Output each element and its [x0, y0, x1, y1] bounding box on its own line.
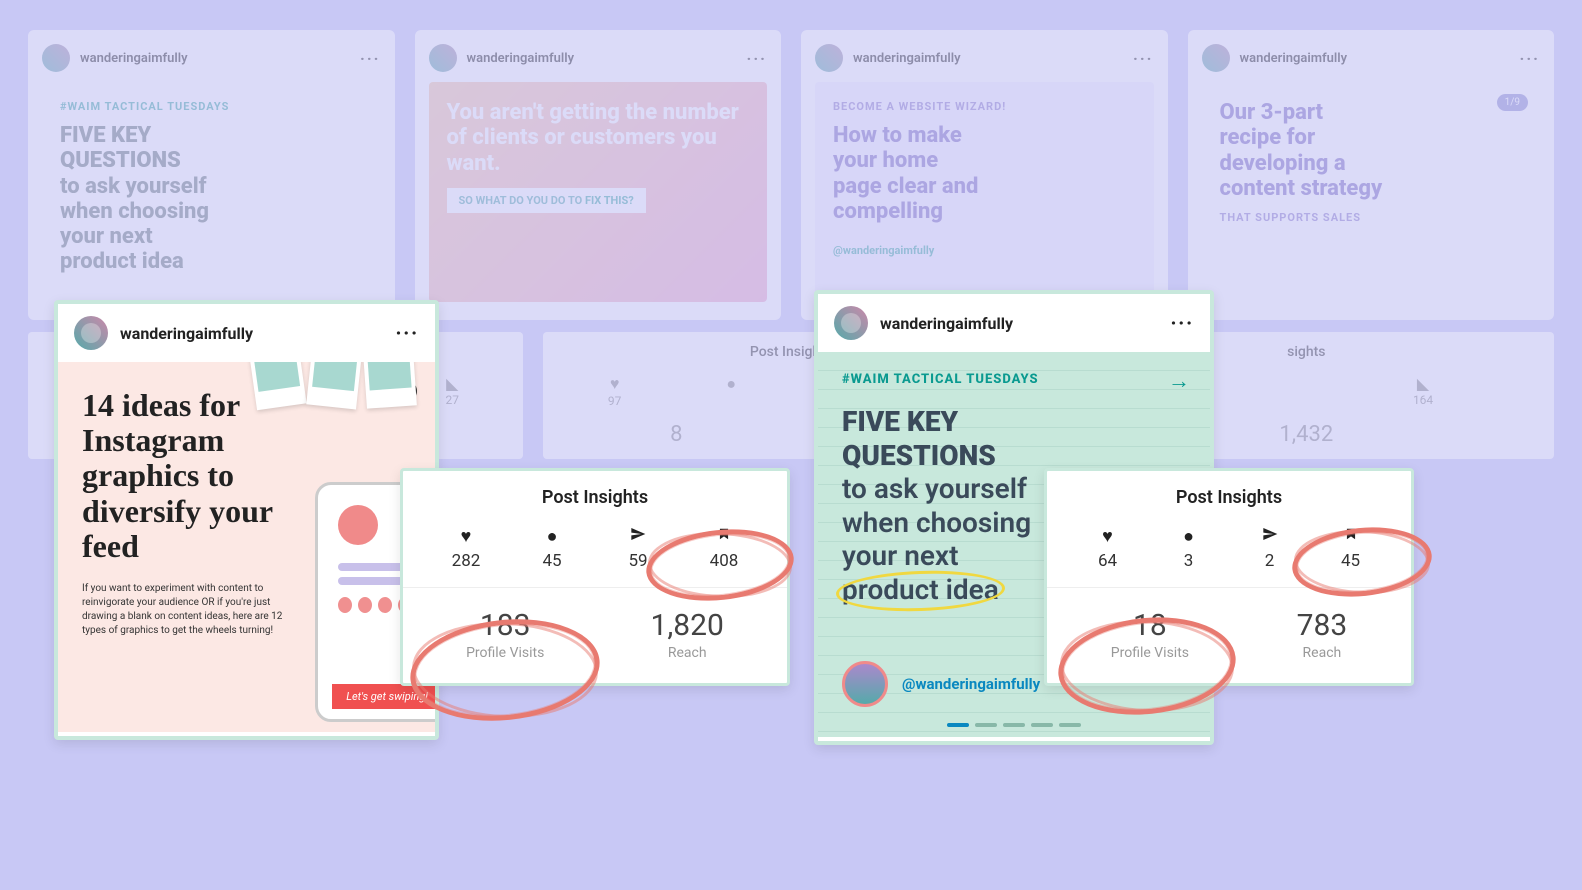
share-icon: [608, 526, 668, 547]
insights-title: Post Insights: [1047, 471, 1411, 526]
tagline: #WAIM TACTICAL TUESDAYS: [60, 100, 363, 113]
username-link[interactable]: wanderingaimfully: [120, 324, 253, 343]
subtitle: THAT SUPPORTS SALES: [1220, 211, 1523, 224]
post-title: How to makeyour homepage clear andcompel…: [833, 123, 1136, 224]
comments-stat: ● 3: [1159, 526, 1219, 571]
bookmark-icon: [694, 526, 754, 547]
username: wanderingaimfully: [853, 51, 961, 66]
more-icon: ···: [1520, 49, 1540, 68]
avatar[interactable]: [834, 306, 868, 340]
post-content[interactable]: 1/10 14 ideas for Instagram graphics to …: [58, 362, 435, 732]
comments-stat: ● 45: [522, 526, 582, 571]
post-title: You aren't getting the number of clients…: [447, 100, 750, 176]
likes-stat: ♥ 282: [436, 526, 496, 571]
slide-badge: 1/9: [1497, 94, 1528, 111]
comment-icon: ●: [1159, 526, 1219, 547]
username-link[interactable]: wanderingaimfully: [880, 314, 1013, 333]
insights-title: Post Insights: [403, 471, 787, 526]
reach-stat: 783 Reach: [1297, 608, 1348, 661]
share-icon: [1240, 526, 1300, 547]
avatar: [1202, 44, 1230, 72]
likes-stat: ♥ 64: [1078, 526, 1138, 571]
background-posts-row: wanderingaimfully ··· #WAIM TACTICAL TUE…: [28, 30, 1554, 320]
polaroid-icon: [306, 362, 361, 409]
post-title: Our 3-partrecipe fordeveloping acontent …: [1220, 100, 1523, 201]
reach-stat: 1,820 Reach: [651, 608, 724, 661]
username: wanderingaimfully: [467, 51, 575, 66]
insights-metrics-row: ♥ 64 ● 3 2 45: [1047, 526, 1411, 588]
comment-icon: ●: [522, 526, 582, 547]
featured-post-left: wanderingaimfully ··· 1/10 14 ideas for …: [54, 300, 439, 740]
polaroid-icon: [363, 362, 417, 409]
more-icon: ···: [360, 49, 380, 68]
more-icon: ···: [747, 49, 767, 68]
insights-lower-row: 183 Profile Visits 1,820 Reach: [403, 588, 787, 683]
profile-visits-stat: 18 Profile Visits: [1111, 608, 1189, 661]
polaroid-icon: [249, 362, 306, 410]
handle: @wanderingaimfully: [833, 244, 1136, 257]
swipe-cta: Let's get swiping!: [332, 684, 435, 709]
bg-post-card: wanderingaimfully ··· You aren't getting…: [415, 30, 782, 320]
post-title: FIVE KEYQUESTIONSto ask yourselfwhen cho…: [60, 123, 363, 275]
heart-icon: ♥: [1078, 526, 1138, 547]
arrow-right-icon: →: [1168, 368, 1190, 394]
avatar[interactable]: [74, 316, 108, 350]
bookmark-icon: [1321, 526, 1381, 547]
more-icon[interactable]: ···: [1171, 313, 1194, 334]
handle-link[interactable]: @wanderingaimfully: [902, 675, 1040, 693]
insights-panel-right: Post Insights ♥ 64 ● 3 2 45 18 Profile V…: [1044, 468, 1414, 686]
saves-stat: 45: [1321, 526, 1381, 571]
avatar: [42, 44, 70, 72]
post-header: wanderingaimfully ···: [58, 304, 435, 362]
insights-lower-row: 18 Profile Visits 783 Reach: [1047, 588, 1411, 683]
username: wanderingaimfully: [1240, 51, 1348, 66]
bg-post-card: wanderingaimfully ··· 1/9 Our 3-partreci…: [1188, 30, 1555, 320]
avatar: [815, 44, 843, 72]
shares-stat: 59: [608, 526, 668, 571]
insights-metrics-row: ♥ 282 ● 45 59 408: [403, 526, 787, 588]
more-icon: ···: [1133, 49, 1153, 68]
saves-stat: 408: [694, 526, 754, 571]
tagline: BECOME A WEBSITE WIZARD!: [833, 100, 1136, 113]
username: wanderingaimfully: [80, 51, 188, 66]
carousel-pagination: [947, 723, 1081, 727]
insights-panel-left: Post Insights ♥ 282 ● 45 59 408 183 Prof…: [400, 468, 790, 686]
shares-stat: 2: [1240, 526, 1300, 571]
more-icon[interactable]: ···: [396, 323, 419, 344]
avatar: [429, 44, 457, 72]
post-title: 14 ideas for Instagram graphics to diver…: [82, 388, 322, 564]
bg-post-card: wanderingaimfully ··· BECOME A WEBSITE W…: [801, 30, 1168, 320]
tagline: #WAIM TACTICAL TUESDAYS: [842, 372, 1186, 387]
bg-post-card: wanderingaimfully ··· #WAIM TACTICAL TUE…: [28, 30, 395, 320]
handle-avatar: [842, 661, 888, 707]
post-subtitle: If you want to experiment with content t…: [82, 582, 292, 638]
heart-icon: ♥: [436, 526, 496, 547]
post-header: wanderingaimfully ···: [818, 294, 1210, 352]
fix-this-button: SO WHAT DO YOU DO TO FIX THIS?: [447, 188, 646, 213]
profile-visits-stat: 183 Profile Visits: [466, 608, 544, 661]
